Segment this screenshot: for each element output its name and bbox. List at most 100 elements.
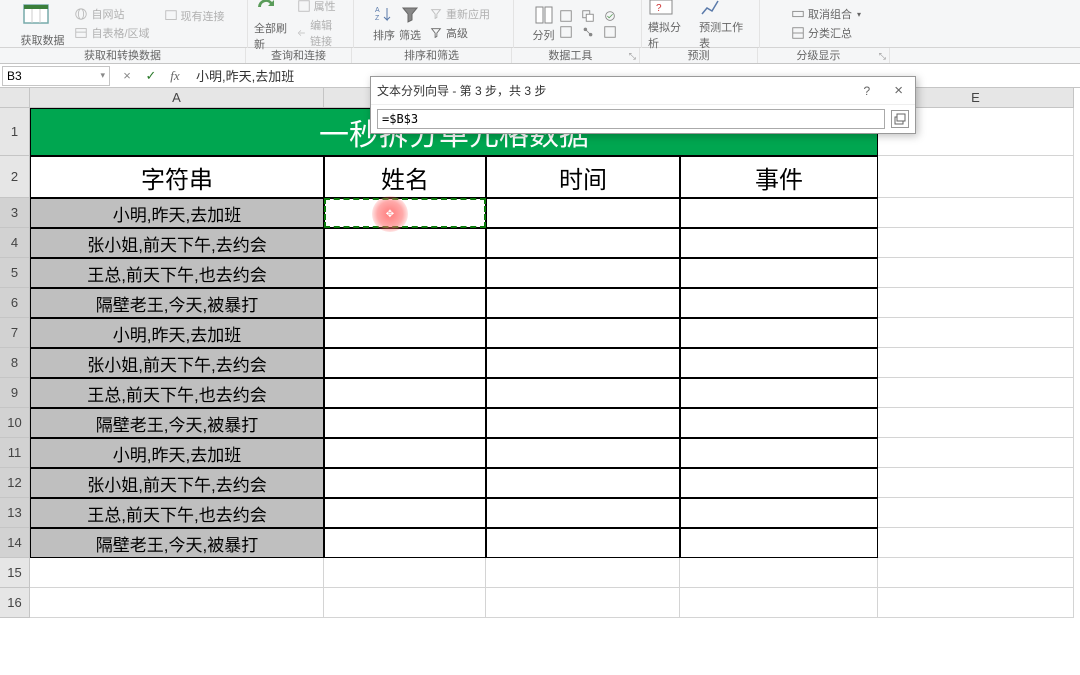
cell-C7[interactable] <box>486 318 680 348</box>
cell-E7[interactable] <box>878 318 1074 348</box>
cell-B15[interactable] <box>324 558 486 588</box>
cell-A5[interactable]: 王总,前天下午,也去约会 <box>30 258 324 288</box>
cell-E5[interactable] <box>878 258 1074 288</box>
cell-E2[interactable] <box>878 156 1074 198</box>
row-header-9[interactable]: 9 <box>0 378 30 408</box>
cell-C11[interactable] <box>486 438 680 468</box>
get-data-button[interactable]: 获取数据 <box>20 0 64 48</box>
cell-A15[interactable] <box>30 558 324 588</box>
cell-C4[interactable] <box>486 228 680 258</box>
cell-A2[interactable]: 字符串 <box>30 156 324 198</box>
cell-E8[interactable] <box>878 348 1074 378</box>
cells-grid[interactable]: 一秒拆分单元格数据字符串姓名时间事件小明,昨天,去加班张小姐,前天下午,去约会王… <box>30 108 1074 618</box>
name-box[interactable]: B3▾ <box>2 66 110 86</box>
cell-D7[interactable] <box>680 318 878 348</box>
cell-C2[interactable]: 时间 <box>486 156 680 198</box>
properties-button[interactable]: 属性 <box>293 0 347 15</box>
cell-D13[interactable] <box>680 498 878 528</box>
row-header-12[interactable]: 12 <box>0 468 30 498</box>
confirm-formula-button[interactable]: ✓ <box>140 66 162 86</box>
row-header-16[interactable]: 16 <box>0 588 30 618</box>
cell-C9[interactable] <box>486 378 680 408</box>
cell-C3[interactable] <box>486 198 680 228</box>
cell-E14[interactable] <box>878 528 1074 558</box>
cell-C14[interactable] <box>486 528 680 558</box>
cell-D12[interactable] <box>680 468 878 498</box>
whatif-button[interactable]: ?模拟分析 <box>648 0 691 51</box>
cell-D3[interactable] <box>680 198 878 228</box>
cell-E12[interactable] <box>878 468 1074 498</box>
row-header-1[interactable]: 1 <box>0 108 30 156</box>
cell-A11[interactable]: 小明,昨天,去加班 <box>30 438 324 468</box>
row-header-15[interactable]: 15 <box>0 558 30 588</box>
cell-C16[interactable] <box>486 588 680 618</box>
cell-B7[interactable] <box>324 318 486 348</box>
cell-C8[interactable] <box>486 348 680 378</box>
dialog-help-button[interactable]: ? <box>864 84 871 98</box>
cell-A6[interactable]: 隔壁老王,今天,被暴打 <box>30 288 324 318</box>
forecast-sheet-button[interactable]: 预测工作表 <box>699 0 753 51</box>
cell-B5[interactable] <box>324 258 486 288</box>
row-header-4[interactable]: 4 <box>0 228 30 258</box>
subtotal-button[interactable]: 分类汇总 <box>787 24 865 42</box>
relationships-icon[interactable] <box>581 25 595 39</box>
existing-connections-button[interactable]: 现有连接 <box>160 7 229 25</box>
row-header-11[interactable]: 11 <box>0 438 30 468</box>
cell-E4[interactable] <box>878 228 1074 258</box>
cell-A4[interactable]: 张小姐,前天下午,去约会 <box>30 228 324 258</box>
cell-A13[interactable]: 王总,前天下午,也去约会 <box>30 498 324 528</box>
cell-B16[interactable] <box>324 588 486 618</box>
cell-E10[interactable] <box>878 408 1074 438</box>
cell-C15[interactable] <box>486 558 680 588</box>
row-header-5[interactable]: 5 <box>0 258 30 288</box>
dialog-close-button[interactable]: × <box>888 82 909 99</box>
row-header-2[interactable]: 2 <box>0 156 30 198</box>
filter-button[interactable]: 筛选 <box>399 4 421 43</box>
cell-C10[interactable] <box>486 408 680 438</box>
data-validation-icon[interactable] <box>603 9 617 23</box>
cell-E15[interactable] <box>878 558 1074 588</box>
cancel-formula-button[interactable]: × <box>116 66 138 86</box>
remove-duplicates-icon[interactable] <box>581 9 595 23</box>
cell-B6[interactable] <box>324 288 486 318</box>
cell-B11[interactable] <box>324 438 486 468</box>
cell-C12[interactable] <box>486 468 680 498</box>
from-table-button[interactable]: 自表格/区域 <box>70 24 153 42</box>
cell-D9[interactable] <box>680 378 878 408</box>
cell-B2[interactable]: 姓名 <box>324 156 486 198</box>
cell-E13[interactable] <box>878 498 1074 528</box>
row-header-14[interactable]: 14 <box>0 528 30 558</box>
cell-A10[interactable]: 隔壁老王,今天,被暴打 <box>30 408 324 438</box>
row-header-6[interactable]: 6 <box>0 288 30 318</box>
select-all-corner[interactable] <box>0 88 30 108</box>
cell-A7[interactable]: 小明,昨天,去加班 <box>30 318 324 348</box>
reapply-button[interactable]: 重新应用 <box>425 5 494 23</box>
cell-B4[interactable] <box>324 228 486 258</box>
cell-C6[interactable] <box>486 288 680 318</box>
cell-D16[interactable] <box>680 588 878 618</box>
cell-E6[interactable] <box>878 288 1074 318</box>
cell-A8[interactable]: 张小姐,前天下午,去约会 <box>30 348 324 378</box>
sort-button[interactable]: AZ排序 <box>373 4 395 43</box>
insert-function-button[interactable]: fx <box>164 66 186 86</box>
cell-C5[interactable] <box>486 258 680 288</box>
cell-B8[interactable] <box>324 348 486 378</box>
row-header-10[interactable]: 10 <box>0 408 30 438</box>
cell-D10[interactable] <box>680 408 878 438</box>
cell-E16[interactable] <box>878 588 1074 618</box>
refresh-all-button[interactable]: 全部刷新 <box>254 0 289 52</box>
edit-links-button[interactable]: 编辑链接 <box>293 16 347 50</box>
destination-input[interactable] <box>377 109 885 129</box>
advanced-button[interactable]: 高级 <box>425 24 494 42</box>
row-header-3[interactable]: 3 <box>0 198 30 228</box>
cell-E9[interactable] <box>878 378 1074 408</box>
consolidate-icon[interactable] <box>559 25 573 39</box>
flash-fill-icon[interactable] <box>559 9 573 23</box>
cell-C13[interactable] <box>486 498 680 528</box>
cell-B14[interactable] <box>324 528 486 558</box>
row-header-8[interactable]: 8 <box>0 348 30 378</box>
cell-E11[interactable] <box>878 438 1074 468</box>
cell-B10[interactable] <box>324 408 486 438</box>
row-header-13[interactable]: 13 <box>0 498 30 528</box>
cell-D8[interactable] <box>680 348 878 378</box>
